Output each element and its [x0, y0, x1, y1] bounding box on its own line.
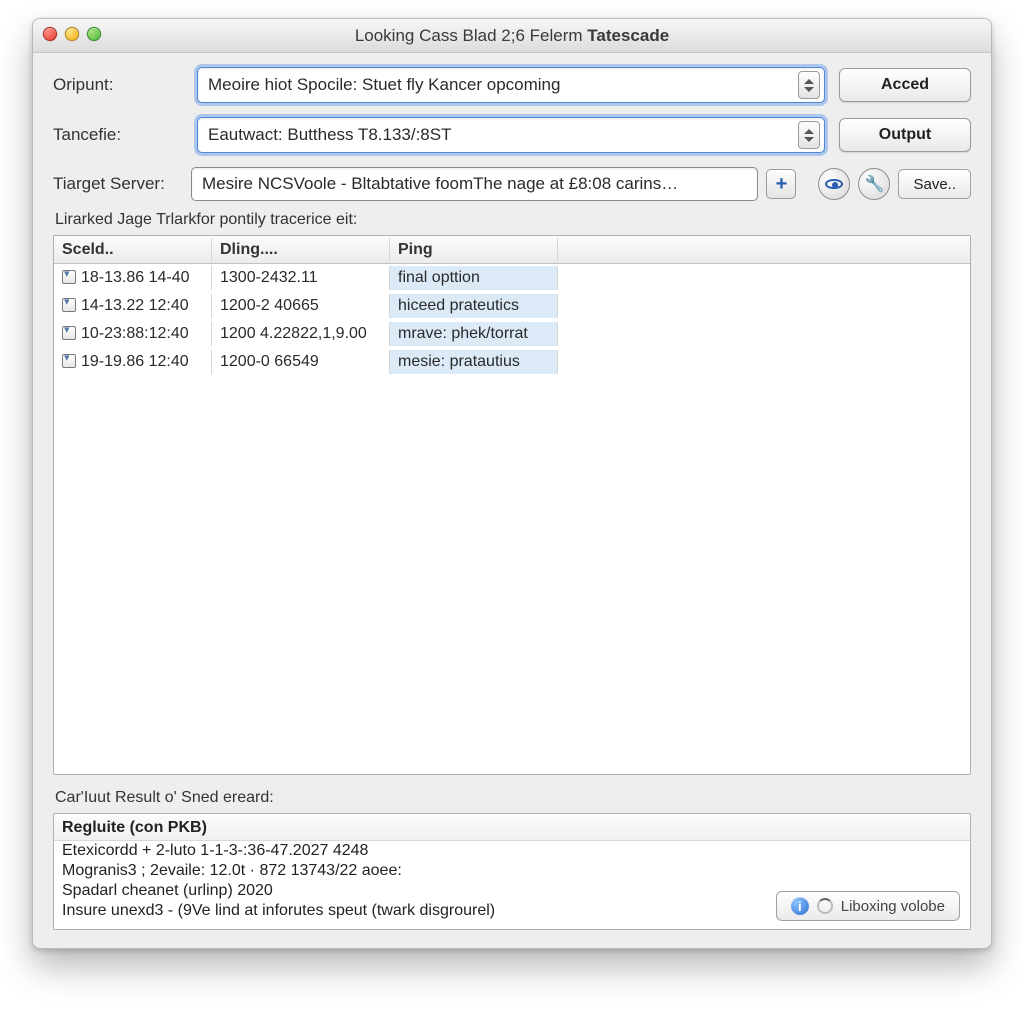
- target-server-combo[interactable]: Mesire NCSVoole - Bltabtative foomThe na…: [191, 167, 758, 201]
- table-row[interactable]: 18-13.86 14-401300-2432.11final opttion: [54, 264, 970, 292]
- oripunt-label: Oripunt:: [53, 75, 183, 95]
- acced-button[interactable]: Acced: [839, 68, 971, 102]
- result-output: Regluite (con PKB) Etexicordd + 2-luto 1…: [53, 813, 971, 930]
- eye-icon: [825, 179, 843, 189]
- results-table: Sceld.. Dling.... Ping 18-13.86 14-40130…: [53, 235, 971, 775]
- oripunt-value: Meoire hiot Spocile: Stuet fly Kancer op…: [208, 75, 560, 95]
- wrench-icon: [865, 174, 885, 194]
- cell-sceld: 18-13.86 14-40: [54, 266, 212, 290]
- table-row[interactable]: 14-13.22 12:401200-2 40665hiceed prateut…: [54, 292, 970, 320]
- oripunt-combo[interactable]: Meoire hiot Spocile: Stuet fly Kancer op…: [197, 67, 825, 103]
- cell-ping: final opttion: [390, 266, 558, 290]
- cell-dling: 1300-2432.11: [212, 266, 390, 290]
- status-text: Liboxing volobe: [841, 898, 945, 915]
- add-server-button[interactable]: +: [766, 169, 796, 199]
- cell-sceld: 10-23:88:12:40: [54, 322, 212, 346]
- cell-empty: [558, 275, 970, 281]
- row-icon: [62, 298, 76, 312]
- table-body: 18-13.86 14-401300-2432.11final opttion1…: [54, 264, 970, 376]
- close-icon[interactable]: [43, 27, 57, 41]
- col-dling[interactable]: Dling....: [212, 238, 390, 262]
- title-text-c: Tatescade: [587, 26, 669, 45]
- tancefie-label: Tancefie:: [53, 125, 183, 145]
- cell-empty: [558, 359, 970, 365]
- col-ping[interactable]: Ping: [390, 238, 558, 262]
- status-pill[interactable]: i Liboxing volobe: [776, 891, 960, 921]
- cell-ping: hiceed prateutics: [390, 294, 558, 318]
- target-server-label: Tiarget Server:: [53, 174, 183, 194]
- title-text-a: Looking Cass Blad: [355, 26, 501, 45]
- col-empty[interactable]: [558, 247, 970, 253]
- cell-empty: [558, 303, 970, 309]
- window-title: Looking Cass Blad 2;6 Felerm Tatescade: [355, 26, 669, 46]
- result-header: Regluite (con PKB): [54, 816, 970, 841]
- table-row[interactable]: 10-23:88:12:401200 4.22822,1,9.00mrave: …: [54, 320, 970, 348]
- cell-dling: 1200-2 40665: [212, 294, 390, 318]
- cell-sceld: 14-13.22 12:40: [54, 294, 212, 318]
- content-area: Oripunt: Meoire hiot Spocile: Stuet fly …: [33, 53, 991, 948]
- config-button[interactable]: [858, 168, 890, 200]
- spinner-icon: [817, 898, 833, 914]
- result-line: Mogranis3 ; 2evaile: 12.0t · 872 13743/2…: [54, 861, 970, 881]
- row-icon: [62, 354, 76, 368]
- title-text-b: 2;6 Felerm: [501, 26, 587, 45]
- table-header-row: Sceld.. Dling.... Ping: [54, 236, 970, 264]
- cell-dling: 1200 4.22822,1,9.00: [212, 322, 390, 346]
- col-sceld[interactable]: Sceld..: [54, 238, 212, 262]
- output-button[interactable]: Output: [839, 118, 971, 152]
- cell-sceld: 19-19.86 12:40: [54, 350, 212, 374]
- tancefie-value: Eautwact: Butthess T8.133/:8ST: [208, 125, 452, 145]
- row-icon: [62, 326, 76, 340]
- cell-ping: mrave: phek/torrat: [390, 322, 558, 346]
- cell-dling: 1200-0 66549: [212, 350, 390, 374]
- titlebar: Looking Cass Blad 2;6 Felerm Tatescade: [33, 19, 991, 53]
- window-controls: [43, 27, 101, 41]
- app-window: Looking Cass Blad 2;6 Felerm Tatescade O…: [32, 18, 992, 949]
- info-icon: i: [791, 897, 809, 915]
- zoom-icon[interactable]: [87, 27, 101, 41]
- target-server-value: Mesire NCSVoole - Bltabtative foomThe na…: [202, 174, 678, 194]
- minimize-icon[interactable]: [65, 27, 79, 41]
- table-row[interactable]: 19-19.86 12:401200-0 66549mesie: prataut…: [54, 348, 970, 376]
- save-button[interactable]: Save..: [898, 169, 971, 199]
- result-line: Etexicordd + 2-luto 1-1-3-:36-47.2027 42…: [54, 841, 970, 861]
- stepper-icon[interactable]: [798, 71, 820, 99]
- cell-ping: mesie: pratautius: [390, 350, 558, 374]
- result-section-label: Car'Iuut Result o' Sned ereard:: [55, 789, 971, 807]
- view-button[interactable]: [818, 168, 850, 200]
- cell-empty: [558, 331, 970, 337]
- tancefie-combo[interactable]: Eautwact: Butthess T8.133/:8ST: [197, 117, 825, 153]
- row-icon: [62, 270, 76, 284]
- table-caption: Lirarked Jage Trlarkfor pontily traceric…: [55, 211, 971, 229]
- stepper-icon[interactable]: [798, 121, 820, 149]
